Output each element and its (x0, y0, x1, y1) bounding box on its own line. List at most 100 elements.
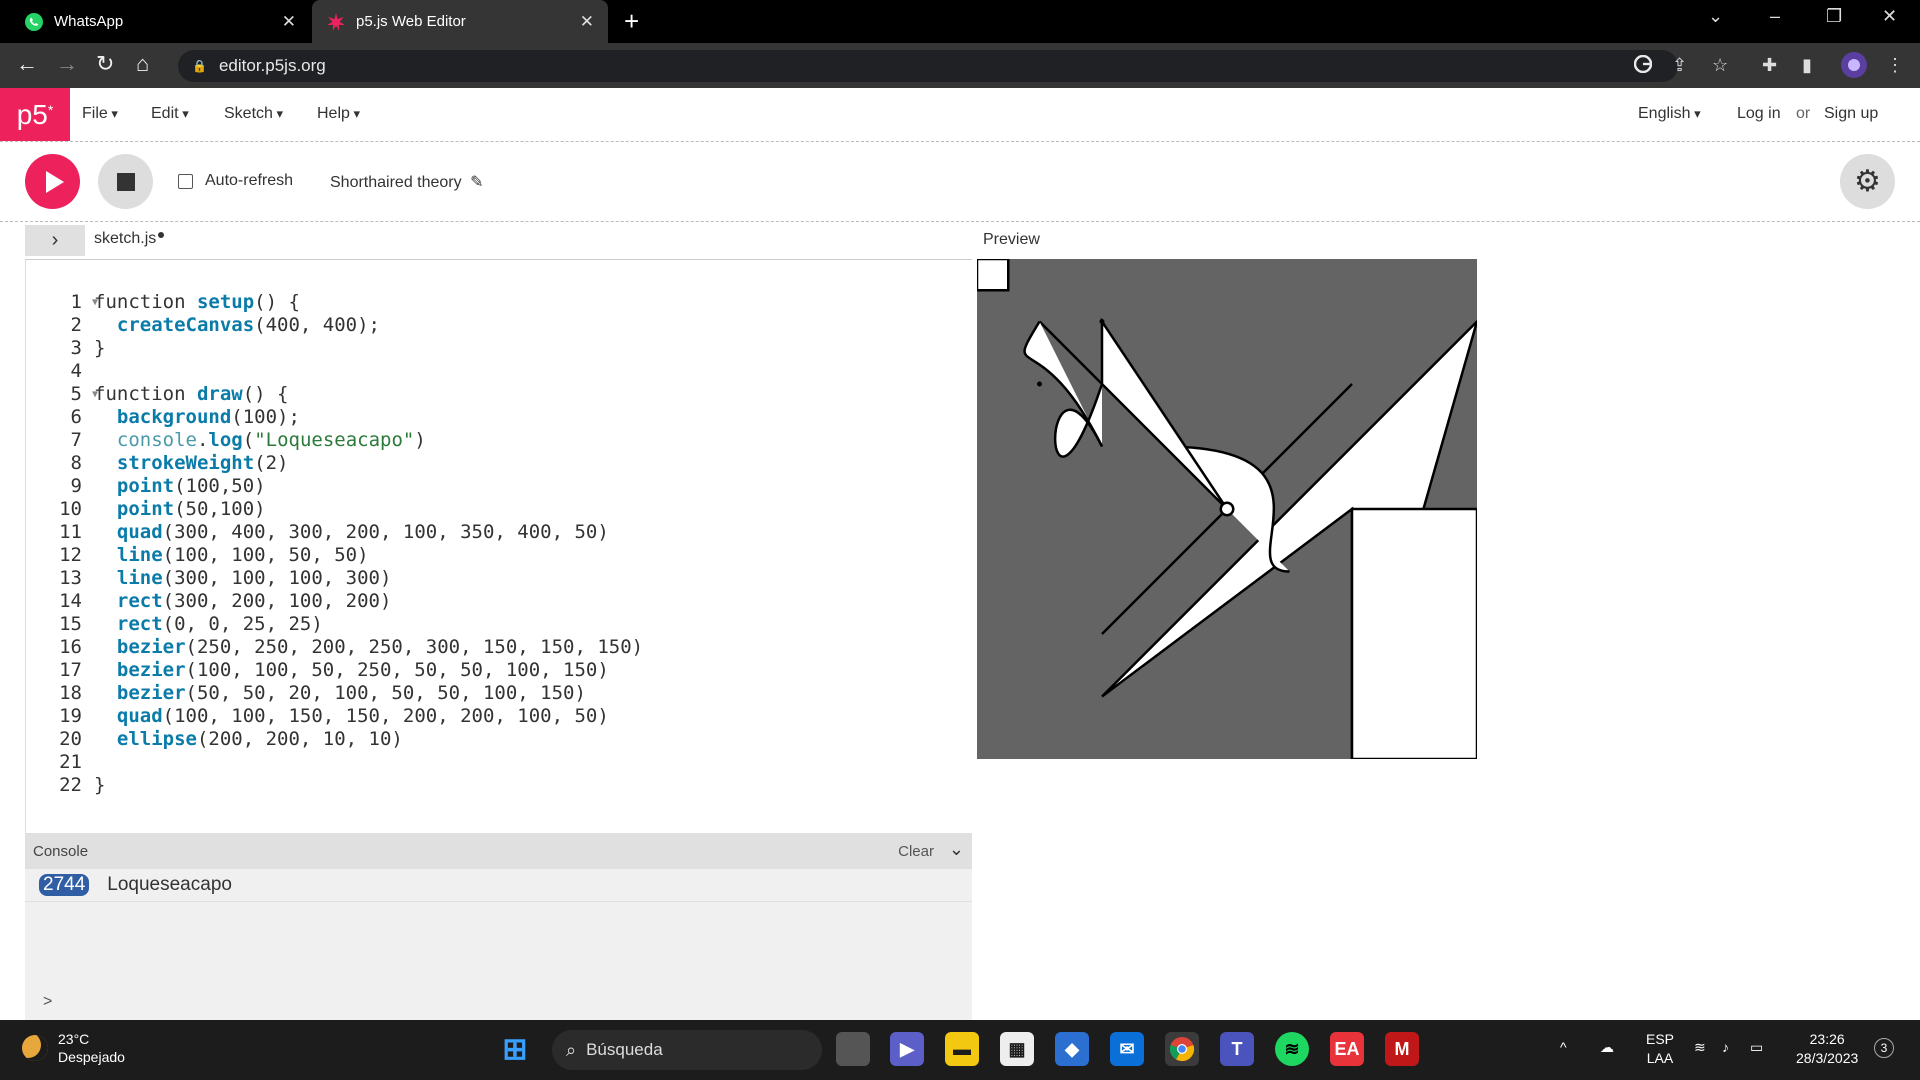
bookmark-star-icon[interactable]: ☆ (1712, 55, 1728, 76)
back-icon[interactable]: ← (16, 51, 38, 77)
line-number: 1 ▼ (70, 291, 98, 313)
line-number: 2 (70, 314, 82, 336)
reload-icon[interactable]: ↻ (96, 51, 114, 77)
menu-sketch[interactable]: Sketch (224, 105, 283, 123)
code-line: function draw() { (94, 383, 289, 405)
minimize-icon[interactable]: – (1770, 6, 1780, 27)
line-number: 12 (59, 544, 82, 566)
code-editor[interactable]: 1 ▼ 2 3 4 5 ▼ 6 7 8 9 10 11 12 13 14 15 16 17 18 19 20 21 22 fu… (25, 259, 972, 833)
wifi-icon[interactable]: ≋ (1694, 1038, 1706, 1057)
language-bottom: LAA (1646, 1050, 1674, 1066)
date: 28/3/2023 (1796, 1050, 1859, 1066)
onedrive-icon[interactable]: ☁ (1600, 1038, 1614, 1057)
chrome-icon[interactable] (1165, 1032, 1199, 1066)
menu-edit[interactable]: Edit (151, 105, 189, 123)
microsoft-store-icon[interactable]: ▦ (1000, 1032, 1034, 1066)
restore-icon[interactable]: ❐ (1826, 6, 1842, 27)
spotify-icon[interactable]: ≋ (1275, 1032, 1309, 1066)
file-name: sketch.js (94, 230, 157, 247)
url-field[interactable]: 🔒 editor.p5js.org (178, 50, 1678, 82)
code-line: rect(300, 200, 100, 200) (116, 590, 392, 612)
play-button[interactable] (25, 154, 80, 209)
mcafee-icon[interactable]: M (1385, 1032, 1419, 1066)
line-number: 21 (59, 751, 82, 773)
chrome-menu-icon[interactable]: ⋮ (1886, 55, 1904, 76)
file-explorer-icon[interactable]: ▬ (945, 1032, 979, 1066)
task-view-icon[interactable] (836, 1032, 870, 1066)
tab-search-chevron-icon[interactable]: ⌄ (1708, 6, 1723, 27)
weather-widget[interactable]: 23°C Despejado (22, 1030, 125, 1066)
code-line: bezier(250, 250, 200, 250, 300, 150, 150… (116, 636, 644, 658)
file-tab[interactable]: sketch.js (94, 230, 165, 248)
copilot-icon[interactable]: ◆ (1055, 1032, 1089, 1066)
tab-p5-editor[interactable]: p5.js Web Editor ✕ (312, 0, 608, 43)
home-icon[interactable]: ⌂ (136, 51, 149, 77)
auto-refresh-checkbox[interactable] (178, 173, 193, 189)
mail-icon[interactable]: ✉ (1110, 1032, 1144, 1066)
signup-link[interactable]: Sign up (1824, 105, 1878, 123)
preview-label: Preview (983, 231, 1040, 248)
code-area[interactable]: function setup() { createCanvas(400, 400… (94, 291, 964, 797)
code-line: point(50,100) (116, 498, 266, 520)
code-line: function setup() { (94, 291, 300, 313)
line-number: 16 (59, 636, 82, 658)
gear-icon: ⚙ (1854, 165, 1881, 198)
notification-badge[interactable]: 3 (1874, 1038, 1894, 1058)
stop-icon (116, 172, 135, 191)
temperature: 23°C (58, 1031, 90, 1047)
taskbar-search[interactable]: ⌕ Búsqueda (552, 1030, 822, 1070)
chevron-down-icon[interactable]: ⌄ (949, 839, 964, 860)
line-number: 15 (59, 613, 82, 635)
share-icon[interactable]: ⇪ (1672, 55, 1687, 76)
forward-icon[interactable]: → (56, 51, 78, 77)
log-count-badge: 2744 (39, 874, 90, 896)
settings-button[interactable]: ⚙ (1840, 154, 1895, 209)
sketch-rect-shape (975, 257, 1010, 292)
p5-logo[interactable]: p5 * (0, 88, 70, 141)
login-link[interactable]: Log in (1737, 105, 1781, 123)
teams-chat-icon[interactable]: ▶ (890, 1032, 924, 1066)
google-icon[interactable] (1633, 54, 1653, 78)
line-number: 11 (59, 521, 82, 543)
menu-help[interactable]: Help (317, 105, 360, 123)
console-clear-button[interactable]: Clear (898, 843, 934, 860)
teams-icon[interactable]: T (1220, 1032, 1254, 1066)
pencil-icon[interactable]: ✎ (470, 174, 483, 191)
code-line: bezier(50, 50, 20, 100, 50, 50, 100, 150… (116, 682, 586, 704)
language-indicator[interactable]: ESP LAA (1646, 1030, 1674, 1068)
code-line: } (94, 774, 106, 796)
battery-icon[interactable]: ▭ (1750, 1038, 1763, 1057)
play-icon (46, 170, 64, 193)
auto-refresh-toggle[interactable]: Auto-refresh (178, 172, 293, 190)
sketch-ellipse-shape (1219, 501, 1235, 517)
line-number: 8 (70, 452, 82, 474)
auto-refresh-label: Auto-refresh (205, 172, 294, 189)
side-panel-icon[interactable]: ▮ (1802, 55, 1812, 76)
moon-icon (22, 1035, 48, 1061)
tab-title: WhatsApp (54, 13, 124, 30)
url-text: editor.p5js.org (218, 56, 326, 75)
weather-condition: Despejado (58, 1049, 125, 1065)
console-prompt-icon[interactable]: > (43, 993, 52, 1011)
windows-start-icon[interactable]: ⊞ (498, 1032, 532, 1066)
new-tab-icon[interactable]: + (624, 6, 639, 37)
close-window-icon[interactable]: ✕ (1882, 6, 1897, 27)
console-header: Console Clear ⌄ (25, 833, 972, 869)
line-number: 17 (59, 659, 82, 681)
language-select[interactable]: English (1638, 105, 1701, 123)
clock[interactable]: 23:26 28/3/2023 (1796, 1030, 1858, 1068)
chevron-up-icon[interactable]: ^ (1560, 1038, 1567, 1057)
sidebar-toggle-button[interactable]: › (25, 225, 85, 256)
sketch-name[interactable]: Shorthaired theory ✎ (330, 172, 484, 192)
code-line: quad(300, 400, 300, 200, 100, 350, 400, … (116, 521, 609, 543)
close-tab-icon[interactable]: ✕ (580, 12, 594, 32)
tab-whatsapp[interactable]: WhatsApp ✕ (10, 0, 310, 43)
profile-avatar[interactable] (1840, 51, 1868, 84)
close-tab-icon[interactable]: ✕ (282, 12, 296, 32)
volume-icon[interactable]: ♪ (1722, 1038, 1729, 1057)
ea-app-icon[interactable]: EA (1330, 1032, 1364, 1066)
unsaved-indicator (158, 232, 165, 238)
menu-file[interactable]: File (82, 105, 118, 123)
extensions-icon[interactable]: ✚ (1762, 55, 1777, 76)
stop-button[interactable] (98, 154, 153, 209)
